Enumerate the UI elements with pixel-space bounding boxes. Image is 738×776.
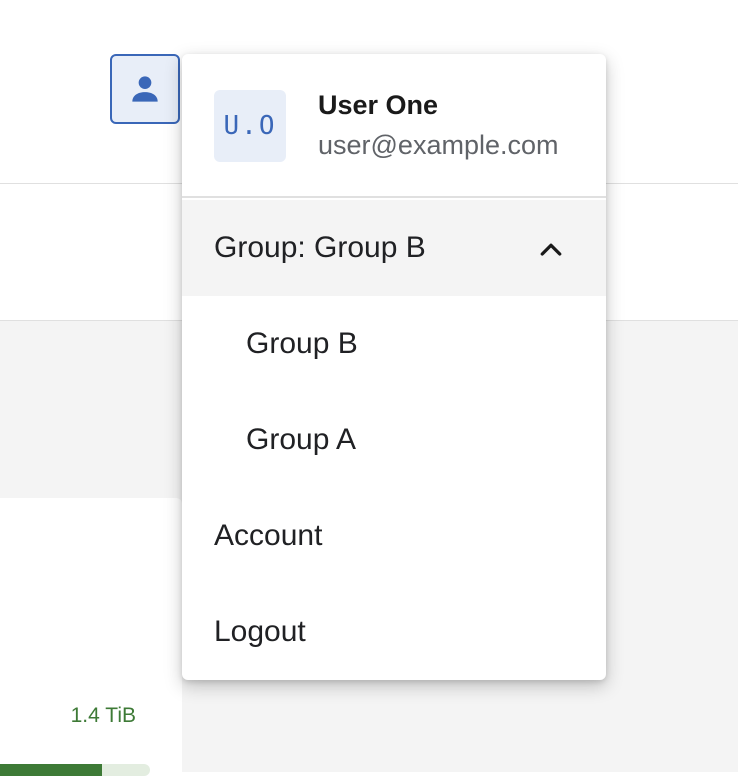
- group-option-label: Group B: [246, 327, 358, 360]
- account-menu-item[interactable]: Account: [182, 488, 606, 584]
- group-option-group-a[interactable]: Group A: [182, 392, 606, 488]
- storage-progress-fill: [0, 764, 102, 776]
- avatar: U.O: [214, 90, 286, 162]
- logout-label: Logout: [214, 615, 306, 648]
- group-option-label: Group A: [246, 423, 357, 456]
- user-dropdown-menu: U.O User One user@example.com Group: Gro…: [182, 54, 606, 680]
- chevron-up-icon: [540, 243, 562, 256]
- logout-menu-item[interactable]: Logout: [182, 584, 606, 680]
- storage-value: 1.4 TiB: [70, 704, 136, 727]
- group-option-group-b[interactable]: Group B: [182, 296, 606, 392]
- menu-user-header: U.O User One user@example.com: [182, 54, 606, 198]
- storage-card: 1.4 TiB: [0, 498, 182, 776]
- storage-progress-bar: [0, 764, 150, 776]
- user-name: User One: [318, 90, 439, 120]
- person-icon: [132, 76, 158, 102]
- group-selector-label: Group: Group B: [214, 231, 426, 264]
- group-selector-toggle[interactable]: Group: Group B: [182, 200, 606, 296]
- account-label: Account: [214, 519, 323, 552]
- user-email: user@example.com: [318, 130, 559, 160]
- user-menu-button[interactable]: [110, 54, 180, 124]
